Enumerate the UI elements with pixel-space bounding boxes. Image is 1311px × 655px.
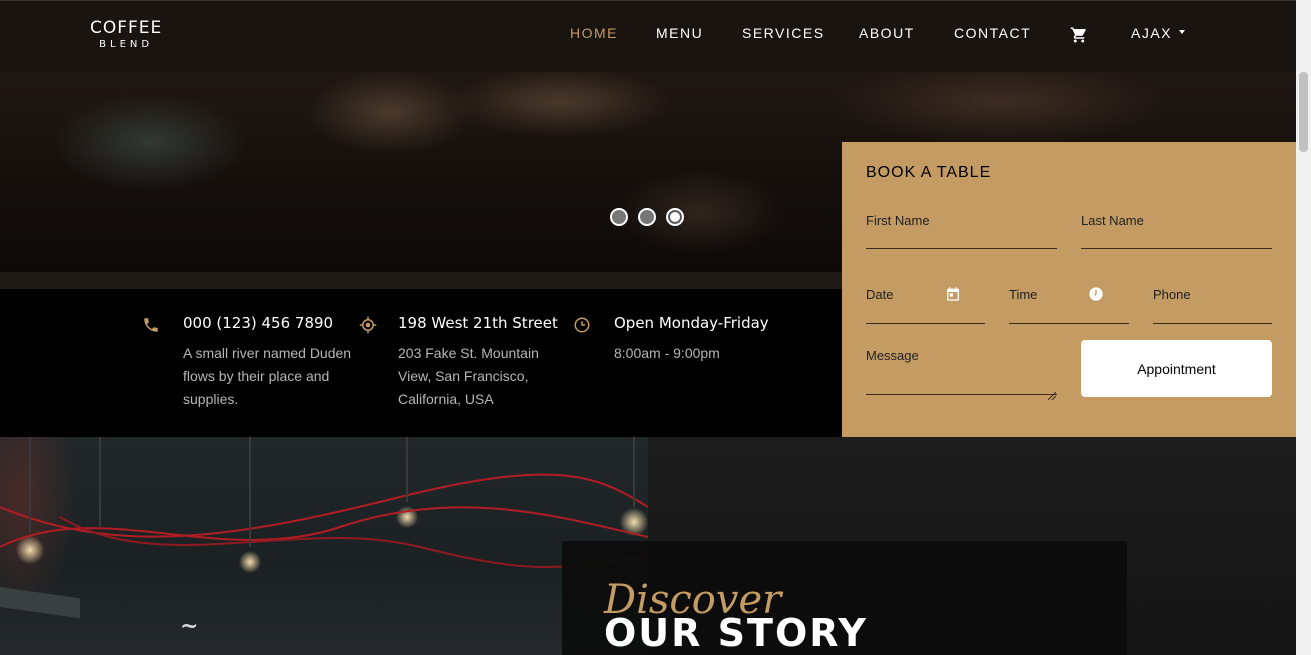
story-image: ~ <box>0 437 648 655</box>
user-dropdown[interactable]: AJAX <box>1131 25 1186 41</box>
resize-handle-icon[interactable] <box>1047 385 1057 404</box>
nav-services[interactable]: SERVICES <box>742 25 825 41</box>
date-field[interactable]: Date <box>866 286 985 324</box>
date-placeholder: Date <box>866 287 894 302</box>
story-title: OUR STORY <box>604 611 868 655</box>
scrollbar-thumb[interactable] <box>1299 72 1308 152</box>
nav-home[interactable]: HOME <box>570 25 618 41</box>
user-name: AJAX <box>1131 25 1173 41</box>
address-text: 203 Fake St. Mountain View, San Francisc… <box>398 345 539 407</box>
nav-contact[interactable]: CONTACT <box>954 25 1031 41</box>
phone-placeholder: Phone <box>1153 287 1191 302</box>
hours-text: 8:00am - 9:00pm <box>614 345 720 361</box>
hours-title: Open Monday-Friday <box>614 314 769 332</box>
chevron-down-icon <box>1179 30 1186 35</box>
location-icon <box>359 316 377 334</box>
first-name-field[interactable]: First Name <box>866 212 1057 249</box>
nav-about[interactable]: ABOUT <box>859 25 915 41</box>
svg-text:~: ~ <box>180 613 198 639</box>
carousel-dot-3[interactable] <box>666 208 684 226</box>
cart-icon[interactable] <box>1070 26 1088 47</box>
last-name-field[interactable]: Last Name <box>1081 212 1272 249</box>
phone-field[interactable]: Phone <box>1153 286 1272 324</box>
page-scrollbar[interactable] <box>1296 0 1311 655</box>
contact-info-strip: 000 (123) 456 7890 A small river named D… <box>0 289 842 437</box>
carousel-dot-2[interactable] <box>638 208 656 226</box>
message-placeholder: Message <box>866 348 919 363</box>
time-field[interactable]: Time <box>1009 286 1129 324</box>
phone-number: 000 (123) 456 7890 <box>183 314 334 332</box>
phone-icon <box>142 316 160 334</box>
booking-title: BOOK A TABLE <box>866 164 992 181</box>
phone-description: A small river named Duden flows by their… <box>183 345 352 407</box>
message-field[interactable]: Message <box>866 347 1057 401</box>
carousel-dot-1[interactable] <box>610 208 628 226</box>
last-name-placeholder: Last Name <box>1081 213 1144 228</box>
navbar: COFFEE BLEND HOME MENU SERVICES ABOUT CO… <box>0 0 1296 72</box>
clock-icon <box>573 316 591 334</box>
appointment-button[interactable]: Appointment <box>1081 340 1272 397</box>
address-title: 198 West 21th Street <box>398 314 558 332</box>
brand-name: COFFEE <box>90 18 163 38</box>
first-name-placeholder: First Name <box>866 213 930 228</box>
brand-subname: BLEND <box>99 39 154 50</box>
brand-logo[interactable]: COFFEE BLEND <box>90 19 162 52</box>
book-table-form: BOOK A TABLE First Name Last Name Date T… <box>842 142 1296 437</box>
hero-bottom-edge <box>0 272 842 289</box>
hanging-lights-illustration: ~ <box>0 437 648 639</box>
nav-menu[interactable]: MENU <box>656 25 703 41</box>
story-box: Discover OUR STORY <box>562 541 1127 655</box>
time-placeholder: Time <box>1009 287 1038 302</box>
calendar-icon[interactable] <box>945 286 961 306</box>
clock-picker-icon[interactable] <box>1088 286 1104 306</box>
